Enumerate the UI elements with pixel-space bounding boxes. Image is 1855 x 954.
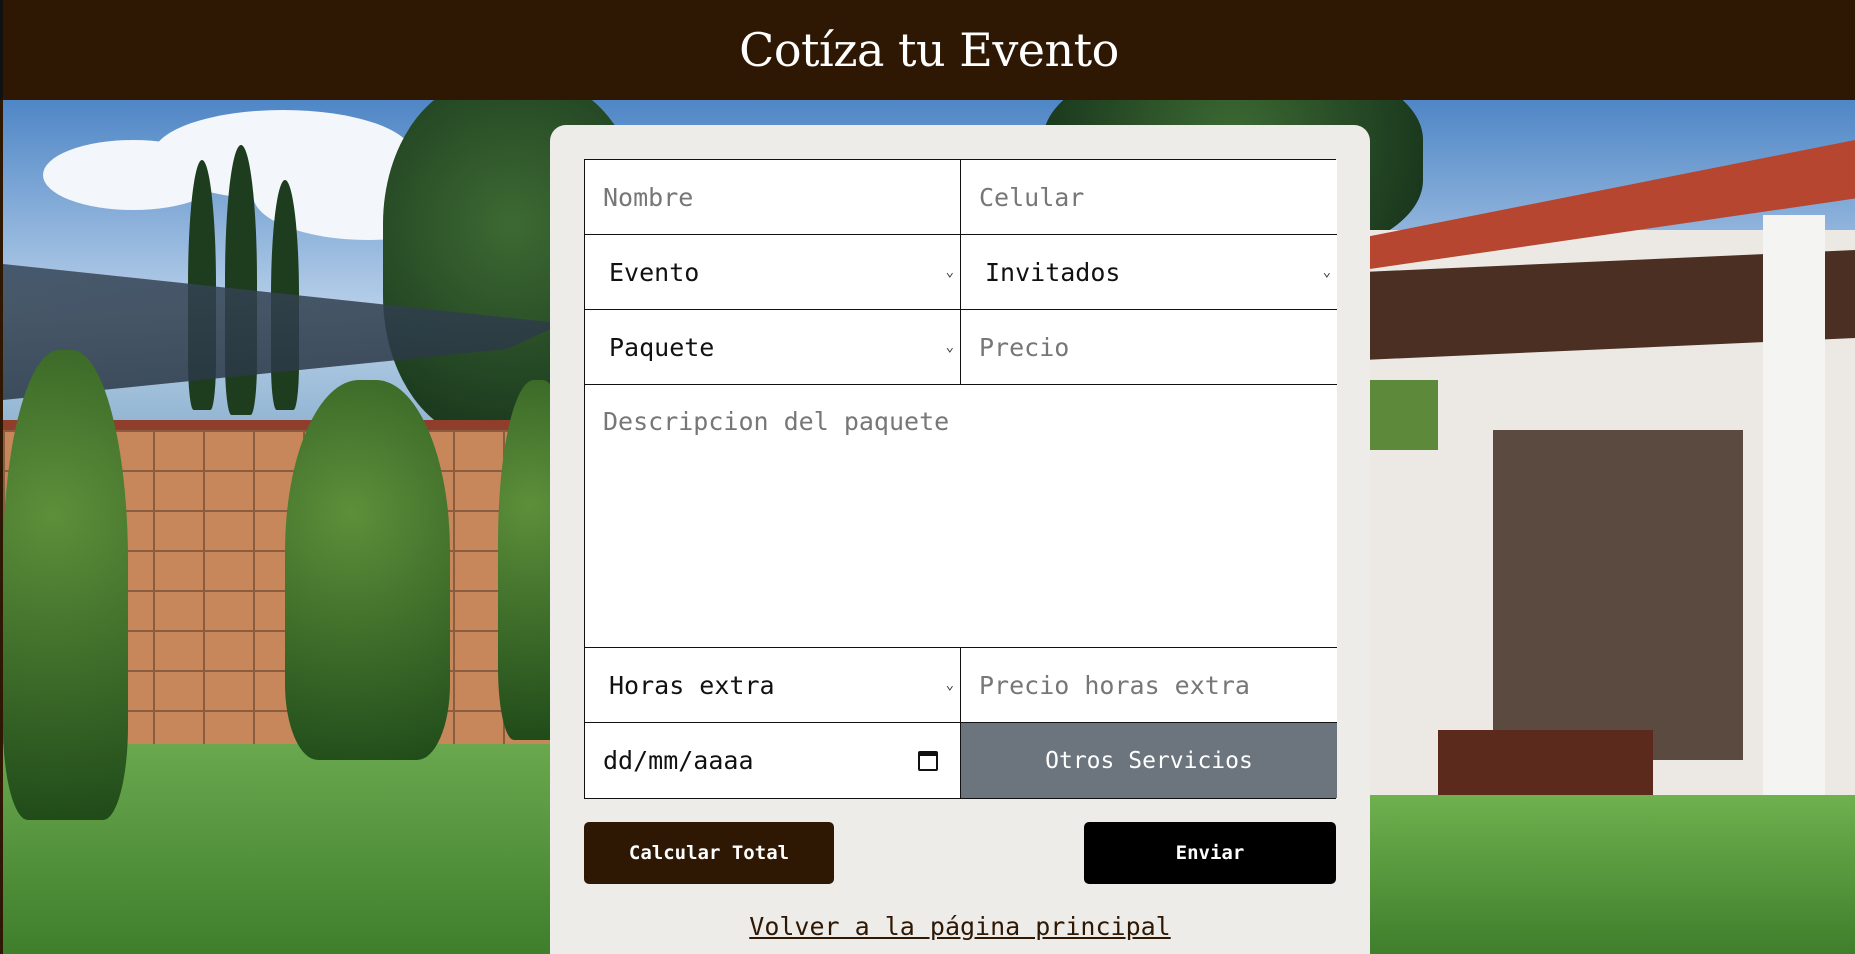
page-header: Cotíza tu Evento (0, 0, 1855, 100)
celular-input[interactable]: Celular (961, 160, 1337, 235)
volver-link[interactable]: Volver a la página principal (550, 912, 1370, 941)
paquete-select[interactable]: Paquete ⌄ (585, 310, 961, 385)
otros-servicios-button[interactable]: Otros Servicios (961, 723, 1337, 798)
fecha-input[interactable]: dd/mm/aaaa (585, 723, 961, 798)
horas-extra-select[interactable]: Horas extra ⌄ (585, 648, 961, 723)
page-title: Cotíza tu Evento (739, 23, 1119, 77)
quote-form: Nombre Celular Evento ⌄ Invitados ⌄ Paqu… (584, 159, 1337, 799)
evento-select[interactable]: Evento ⌄ (585, 235, 961, 310)
enviar-button[interactable]: Enviar (1084, 822, 1336, 884)
quote-form-card: Nombre Celular Evento ⌄ Invitados ⌄ Paqu… (550, 125, 1370, 954)
precio-horas-extra-input[interactable]: Precio horas extra (961, 648, 1337, 723)
chevron-down-icon: ⌄ (945, 339, 954, 355)
descripcion-textarea[interactable]: Descripcion del paquete (585, 385, 1337, 648)
chevron-down-icon: ⌄ (945, 677, 954, 693)
chevron-down-icon: ⌄ (945, 264, 954, 280)
calendar-icon[interactable] (918, 750, 938, 771)
chevron-down-icon: ⌄ (1322, 264, 1331, 280)
calcular-total-button[interactable]: Calcular Total (584, 822, 834, 884)
precio-input[interactable]: Precio (961, 310, 1337, 385)
invitados-select[interactable]: Invitados ⌄ (961, 235, 1337, 310)
nombre-input[interactable]: Nombre (585, 160, 961, 235)
